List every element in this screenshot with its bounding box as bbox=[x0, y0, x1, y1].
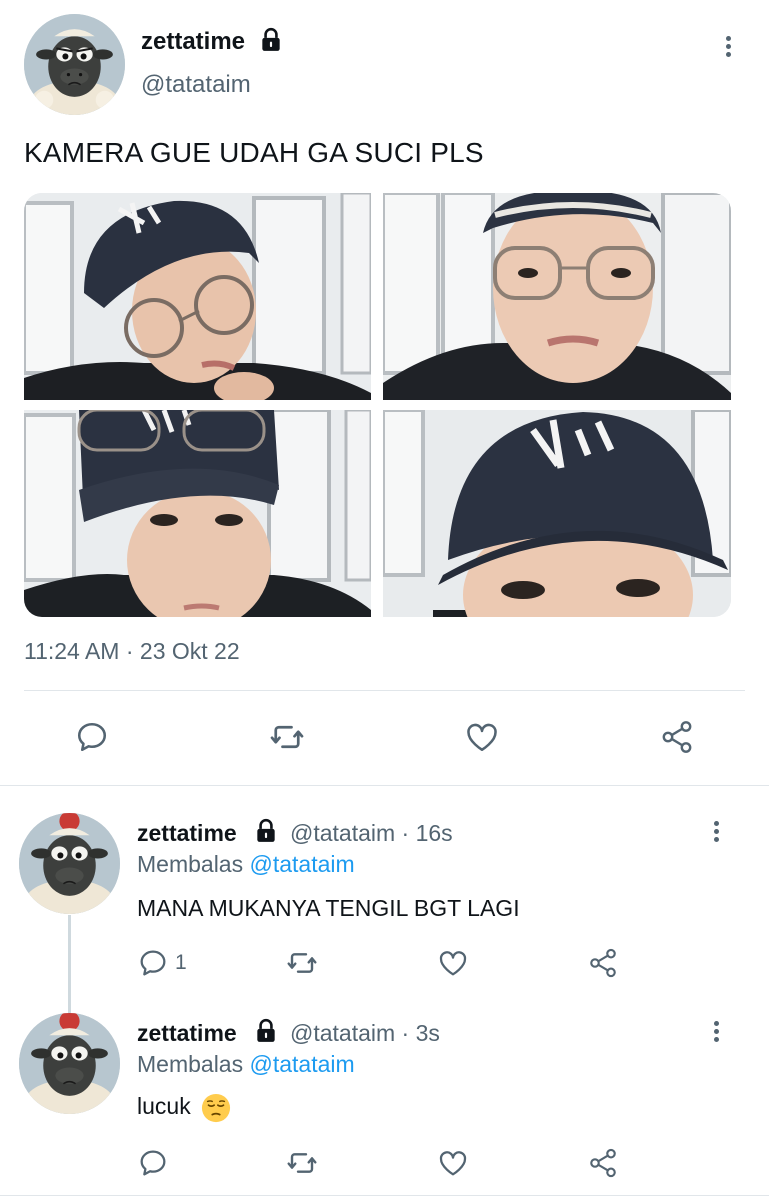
more-icon[interactable] bbox=[706, 818, 726, 846]
media-grid bbox=[24, 193, 731, 617]
reply-icon bbox=[140, 1150, 166, 1176]
divider bbox=[0, 1195, 769, 1196]
divider bbox=[24, 690, 745, 691]
display-name[interactable]: zettatime bbox=[141, 28, 245, 56]
retweet-icon bbox=[270, 725, 304, 749]
like-icon bbox=[439, 1151, 467, 1176]
tweet-text: lucuk bbox=[137, 1093, 231, 1123]
more-icon[interactable] bbox=[706, 1018, 726, 1046]
reply-count: 1 bbox=[175, 951, 187, 974]
share-icon bbox=[662, 721, 692, 753]
reply-meta: @tatataim · 16s bbox=[290, 820, 453, 846]
media-photo[interactable] bbox=[383, 410, 731, 617]
pensive-face-emoji bbox=[201, 1093, 231, 1123]
display-name[interactable]: zettatime bbox=[137, 1020, 237, 1047]
reply-button[interactable] bbox=[74, 719, 110, 755]
like-button[interactable] bbox=[436, 1147, 470, 1179]
like-icon bbox=[439, 951, 467, 976]
media-photo[interactable] bbox=[24, 410, 371, 617]
tweet-text: KAMERA GUE UDAH GA SUCI PLS bbox=[24, 137, 484, 168]
retweet-icon bbox=[287, 1153, 317, 1173]
main-tweet: zettatime @tatataim KAMERA GUE UDAH GA S… bbox=[0, 0, 769, 785]
media-photo[interactable] bbox=[24, 193, 371, 400]
share-button[interactable] bbox=[586, 1147, 620, 1179]
avatar[interactable] bbox=[19, 1013, 120, 1114]
replying-to: Membalas @tatataim bbox=[137, 1051, 355, 1078]
like-button[interactable] bbox=[463, 719, 501, 755]
divider bbox=[0, 785, 769, 786]
share-button[interactable] bbox=[586, 947, 620, 979]
share-icon bbox=[590, 1148, 616, 1178]
display-name[interactable]: zettatime bbox=[137, 820, 237, 847]
like-icon bbox=[467, 723, 497, 752]
media-photo[interactable] bbox=[383, 193, 731, 400]
reply-icon bbox=[77, 722, 107, 752]
tweet-timestamp[interactable]: 11:24 AM · 23 Okt 22 bbox=[24, 638, 240, 665]
reply-meta: @tatataim · 3s bbox=[290, 1020, 440, 1046]
lock-icon bbox=[253, 818, 279, 849]
replying-label: Membalas bbox=[137, 1051, 244, 1077]
lock-icon bbox=[253, 1018, 279, 1049]
more-icon[interactable] bbox=[718, 33, 738, 61]
lock-icon bbox=[258, 27, 284, 58]
tweet-text-content: lucuk bbox=[137, 1093, 191, 1120]
thread-line bbox=[68, 915, 71, 1015]
retweet-button[interactable] bbox=[268, 719, 306, 755]
replying-label: Membalas bbox=[137, 851, 244, 877]
reply-button[interactable]: 1 bbox=[137, 947, 187, 979]
avatar[interactable] bbox=[24, 14, 125, 115]
replying-to: Membalas @tatataim bbox=[137, 851, 355, 878]
retweet-button[interactable] bbox=[285, 947, 319, 979]
share-button[interactable] bbox=[658, 719, 696, 755]
like-button[interactable] bbox=[436, 947, 470, 979]
mention-link[interactable]: @tatataim bbox=[250, 851, 355, 877]
avatar[interactable] bbox=[19, 813, 120, 914]
reply-icon bbox=[140, 950, 166, 976]
retweet-icon bbox=[287, 953, 317, 973]
reply-button[interactable] bbox=[137, 1147, 169, 1179]
share-icon bbox=[590, 948, 616, 978]
tweet-text: MANA MUKANYA TENGIL BGT LAGI bbox=[137, 895, 520, 921]
mention-link[interactable]: @tatataim bbox=[250, 1051, 355, 1077]
retweet-button[interactable] bbox=[285, 1147, 319, 1179]
user-handle[interactable]: @tatataim bbox=[141, 71, 251, 99]
